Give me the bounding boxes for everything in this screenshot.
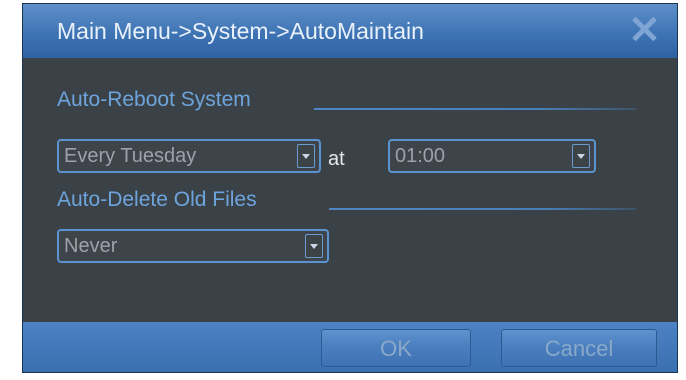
- delete-files-select[interactable]: Never: [57, 229, 329, 263]
- cancel-button-label: Cancel: [544, 336, 614, 361]
- reboot-time-select[interactable]: 01:00: [388, 139, 596, 173]
- ok-button[interactable]: OK: [321, 329, 471, 367]
- cancel-button[interactable]: Cancel: [501, 329, 657, 367]
- auto-reboot-label: Auto-Reboot System: [57, 88, 251, 111]
- chevron-down-icon[interactable]: [305, 234, 323, 258]
- delete-files-value: Never: [64, 235, 118, 257]
- reboot-day-select[interactable]: Every Tuesday: [57, 139, 321, 173]
- chevron-down-icon[interactable]: [572, 144, 590, 168]
- auto-delete-label: Auto-Delete Old Files: [57, 188, 257, 211]
- ok-button-label: OK: [380, 336, 412, 361]
- close-icon[interactable]: [629, 14, 659, 44]
- section-divider: [329, 208, 636, 210]
- at-label: at: [328, 148, 345, 170]
- section-divider: [314, 108, 636, 110]
- button-bar: OK Cancel: [23, 322, 677, 372]
- window-title: Main Menu->System->AutoMaintain: [57, 18, 424, 44]
- reboot-time-value: 01:00: [395, 145, 446, 167]
- automaintain-dialog: Main Menu->System->AutoMaintain Auto-Reb…: [22, 3, 678, 373]
- title-bar: Main Menu->System->AutoMaintain: [23, 4, 677, 58]
- reboot-day-value: Every Tuesday: [64, 145, 197, 167]
- chevron-down-icon[interactable]: [297, 144, 315, 168]
